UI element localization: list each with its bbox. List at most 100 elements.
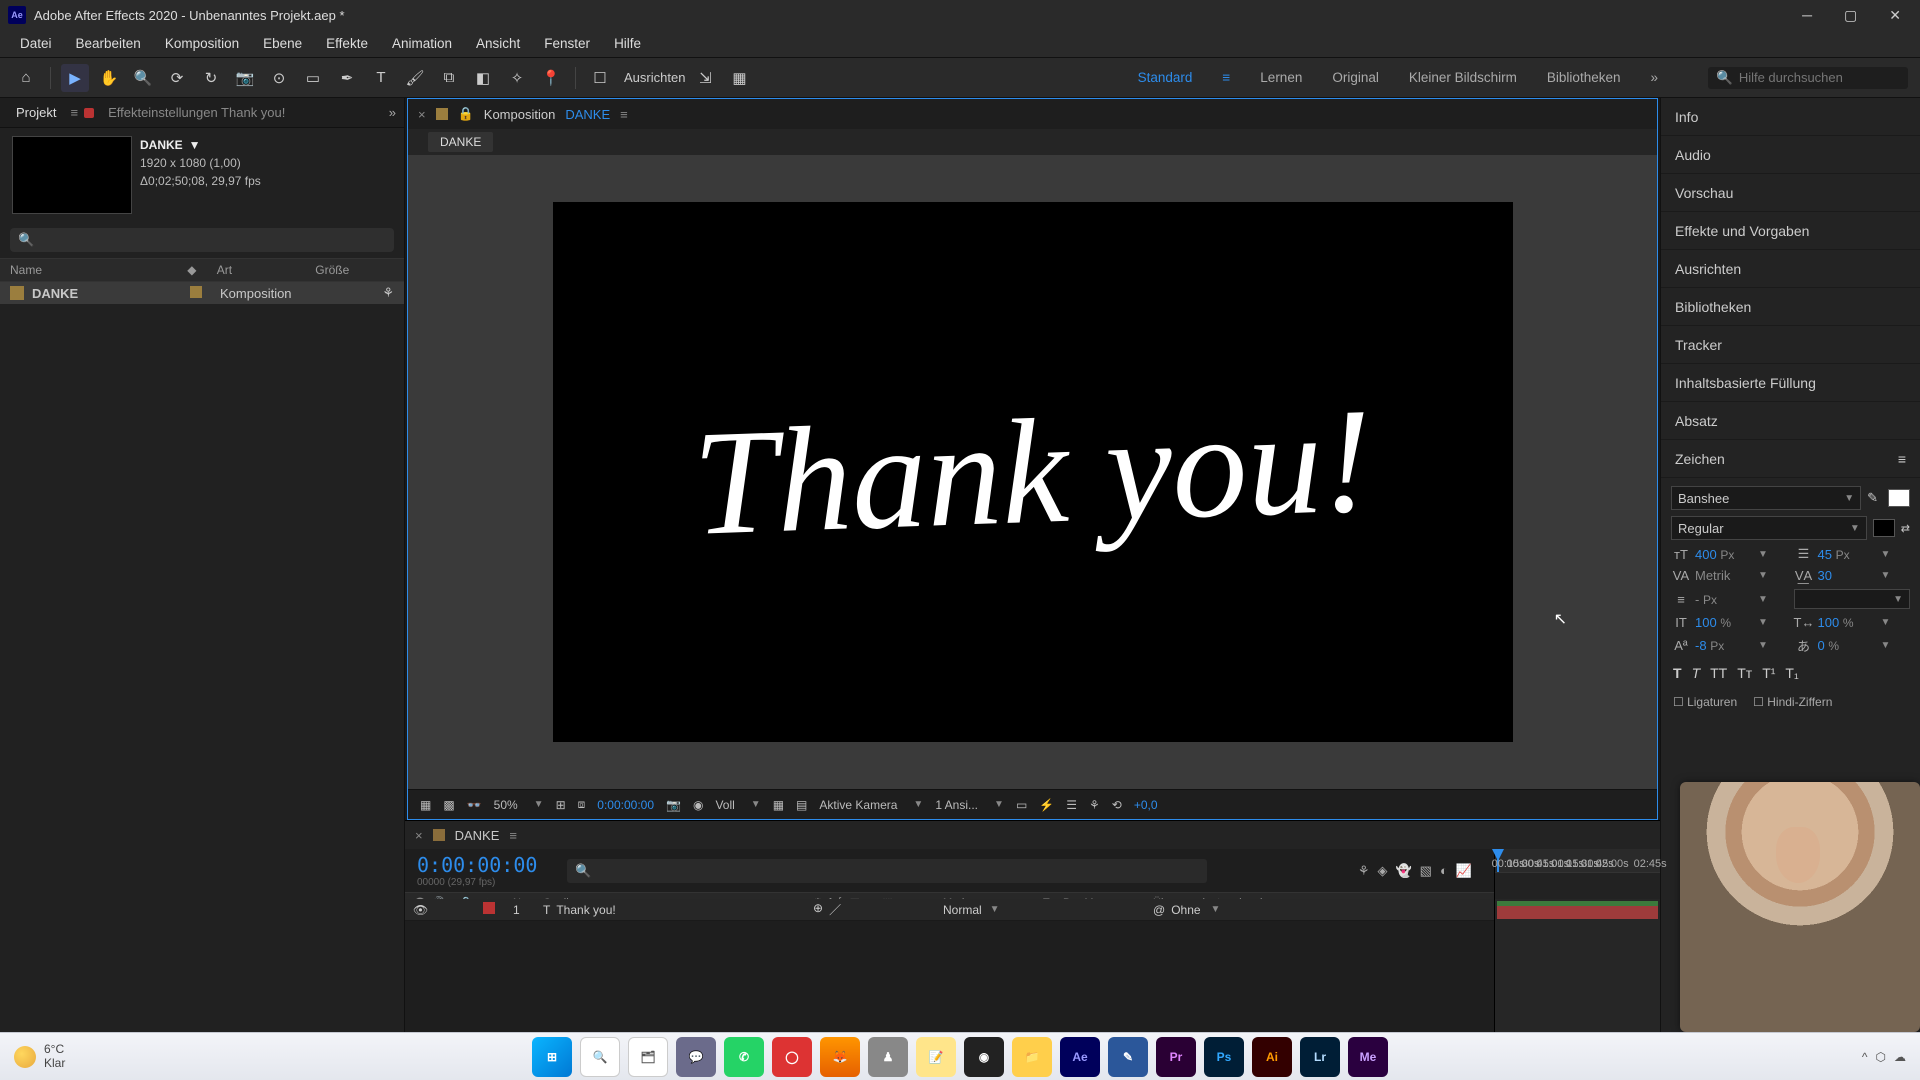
comp-mini-flow-icon[interactable]: ⚘ <box>1358 863 1370 879</box>
workspace-menu-icon[interactable]: ≡ <box>1222 70 1230 85</box>
col-name[interactable]: Name <box>10 263 187 277</box>
menu-datei[interactable]: Datei <box>10 32 62 55</box>
grid-icon[interactable]: ▦ <box>773 798 784 812</box>
shape-tool[interactable]: ▭ <box>299 64 327 92</box>
panel-tracker[interactable]: Tracker <box>1661 326 1920 364</box>
panel-info[interactable]: Info <box>1661 98 1920 136</box>
resolution-icon[interactable]: ⊞ <box>556 798 566 812</box>
workspace-kleiner[interactable]: Kleiner Bildschirm <box>1409 70 1517 85</box>
timeline-close-icon[interactable]: × <box>415 828 423 843</box>
label-color-icon[interactable] <box>190 286 202 298</box>
eraser-tool[interactable]: ◧ <box>469 64 497 92</box>
menu-ebene[interactable]: Ebene <box>253 32 312 55</box>
obs-icon[interactable]: ◉ <box>964 1037 1004 1077</box>
menu-hilfe[interactable]: Hilfe <box>604 32 651 55</box>
allcaps-button[interactable]: TT <box>1710 665 1727 681</box>
layer-row[interactable]: 👁 1 T Thank you! ⊕ ／ Norma <box>405 899 1494 921</box>
layer-mode[interactable]: Normal <box>943 903 982 917</box>
lightroom-icon[interactable]: Lr <box>1300 1037 1340 1077</box>
timeline-tab[interactable]: DANKE <box>455 828 500 843</box>
faux-bold-button[interactable]: T <box>1673 665 1682 681</box>
stroke-width-value[interactable]: - Px <box>1695 592 1750 607</box>
col-type[interactable]: Art <box>217 263 315 277</box>
timeline-time[interactable]: 0:00:00:00 <box>417 853 537 877</box>
photoshop-icon[interactable]: Ps <box>1204 1037 1244 1077</box>
exposure-value[interactable]: +0,0 <box>1134 798 1158 812</box>
vscale-value[interactable]: 100 % <box>1695 615 1750 630</box>
explorer-icon[interactable]: 🗂 <box>628 1037 668 1077</box>
text-tool[interactable]: T <box>367 64 395 92</box>
menu-ansicht[interactable]: Ansicht <box>466 32 530 55</box>
lock-icon[interactable]: 🔒 <box>458 106 474 122</box>
puppet-tool[interactable]: 📍 <box>537 64 565 92</box>
project-search[interactable]: 🔍 <box>10 228 394 252</box>
faux-italic-button[interactable]: T <box>1692 665 1701 681</box>
editor-icon[interactable]: ✎ <box>1108 1037 1148 1077</box>
comp-tab-name[interactable]: DANKE <box>565 107 610 122</box>
timeline-menu-icon[interactable]: ≡ <box>509 828 517 843</box>
clone-tool[interactable]: ⧉ <box>435 64 463 92</box>
menu-komposition[interactable]: Komposition <box>155 32 249 55</box>
selection-tool[interactable]: ▶ <box>61 64 89 92</box>
views-select[interactable]: 1 Ansi... <box>935 798 978 812</box>
layer-switch-fx-icon[interactable]: ／ <box>829 901 841 918</box>
whatsapp-icon[interactable]: ✆ <box>724 1037 764 1077</box>
composition-canvas[interactable]: Thank you! <box>553 202 1513 742</box>
menu-bearbeiten[interactable]: Bearbeiten <box>66 32 151 55</box>
ligatures-checkbox[interactable]: ☐ Ligaturen <box>1673 695 1737 709</box>
reset-exposure-icon[interactable]: ⟲ <box>1112 798 1122 812</box>
app-grey-icon[interactable]: ♟ <box>868 1037 908 1077</box>
motion-blur-icon[interactable]: ◐ <box>1440 863 1448 879</box>
panel-audio[interactable]: Audio <box>1661 136 1920 174</box>
folder-icon[interactable]: 📁 <box>1012 1037 1052 1077</box>
tsume-value[interactable]: 0 % <box>1818 638 1873 653</box>
effect-controls-tab[interactable]: Effekteinstellungen Thank you! <box>100 101 293 124</box>
baseline-value[interactable]: -8 Px <box>1695 638 1750 653</box>
workspace-bibliotheken[interactable]: Bibliotheken <box>1547 70 1621 85</box>
camera-select[interactable]: Aktive Kamera <box>819 798 897 812</box>
font-family-select[interactable]: Banshee▼ <box>1671 486 1861 510</box>
shy-icon[interactable]: 👻 <box>1395 863 1411 879</box>
subscript-button[interactable]: T₁ <box>1785 665 1798 681</box>
panel-menu-icon[interactable]: ≡ <box>70 105 78 120</box>
panel-bibliotheken[interactable]: Bibliotheken <box>1661 288 1920 326</box>
timeline-icon[interactable]: ☰ <box>1066 798 1077 812</box>
menu-animation[interactable]: Animation <box>382 32 462 55</box>
layer-video-toggle[interactable]: 👁 <box>413 903 428 917</box>
pen-tool[interactable]: ✒ <box>333 64 361 92</box>
tray-cloud-icon[interactable]: ☁ <box>1894 1050 1906 1064</box>
help-search-input[interactable] <box>1739 70 1900 85</box>
workspace-lernen[interactable]: Lernen <box>1260 70 1302 85</box>
draft3d-icon[interactable]: ◈ <box>1377 863 1387 879</box>
weather-widget[interactable]: 6°C Klar <box>14 1043 65 1069</box>
layer-switch-normal-icon[interactable]: ⊕ <box>813 901 823 918</box>
orbit-tool[interactable]: ⟳ <box>163 64 191 92</box>
snap-checkbox[interactable]: ☐ <box>586 64 614 92</box>
workspace-standard[interactable]: Standard <box>1138 70 1193 85</box>
maximize-button[interactable]: ▢ <box>1838 7 1863 24</box>
panel-zeichen[interactable]: Zeichen <box>1675 451 1725 467</box>
layer-clip[interactable] <box>1497 901 1658 919</box>
snapshot-icon[interactable]: 📷 <box>666 798 681 812</box>
hand-tool[interactable]: ✋ <box>95 64 123 92</box>
current-time[interactable]: 0:00:00:00 <box>597 798 654 812</box>
char-menu-icon[interactable]: ≡ <box>1898 451 1906 467</box>
layer-name[interactable]: Thank you! <box>556 903 615 917</box>
tray-chevron-icon[interactable]: ^ <box>1862 1050 1868 1064</box>
swap-colors-icon[interactable]: ⇄ <box>1901 522 1910 535</box>
close-button[interactable]: ✕ <box>1883 7 1907 24</box>
anchor-tool[interactable]: ⊙ <box>265 64 293 92</box>
panel-overflow-icon[interactable]: » <box>389 105 396 120</box>
timeline-search[interactable]: 🔍 <box>567 859 1207 883</box>
zoom-level[interactable]: 50% <box>494 798 518 812</box>
transparency-icon[interactable]: ▩ <box>443 798 454 812</box>
taskbar-search[interactable]: 🔍 <box>580 1037 620 1077</box>
pixel-aspect-icon[interactable]: ▭ <box>1016 798 1027 812</box>
leading-value[interactable]: 45 Px <box>1818 547 1873 562</box>
layer-label-icon[interactable] <box>483 902 495 914</box>
snap-options-icon[interactable]: ⇲ <box>691 64 719 92</box>
project-tab[interactable]: Projekt <box>8 101 64 124</box>
stroke-color-swatch[interactable] <box>1873 519 1895 537</box>
comp-dropdown-icon[interactable]: ▼ <box>189 136 201 154</box>
comp-tab-menu-icon[interactable]: ≡ <box>620 107 628 122</box>
